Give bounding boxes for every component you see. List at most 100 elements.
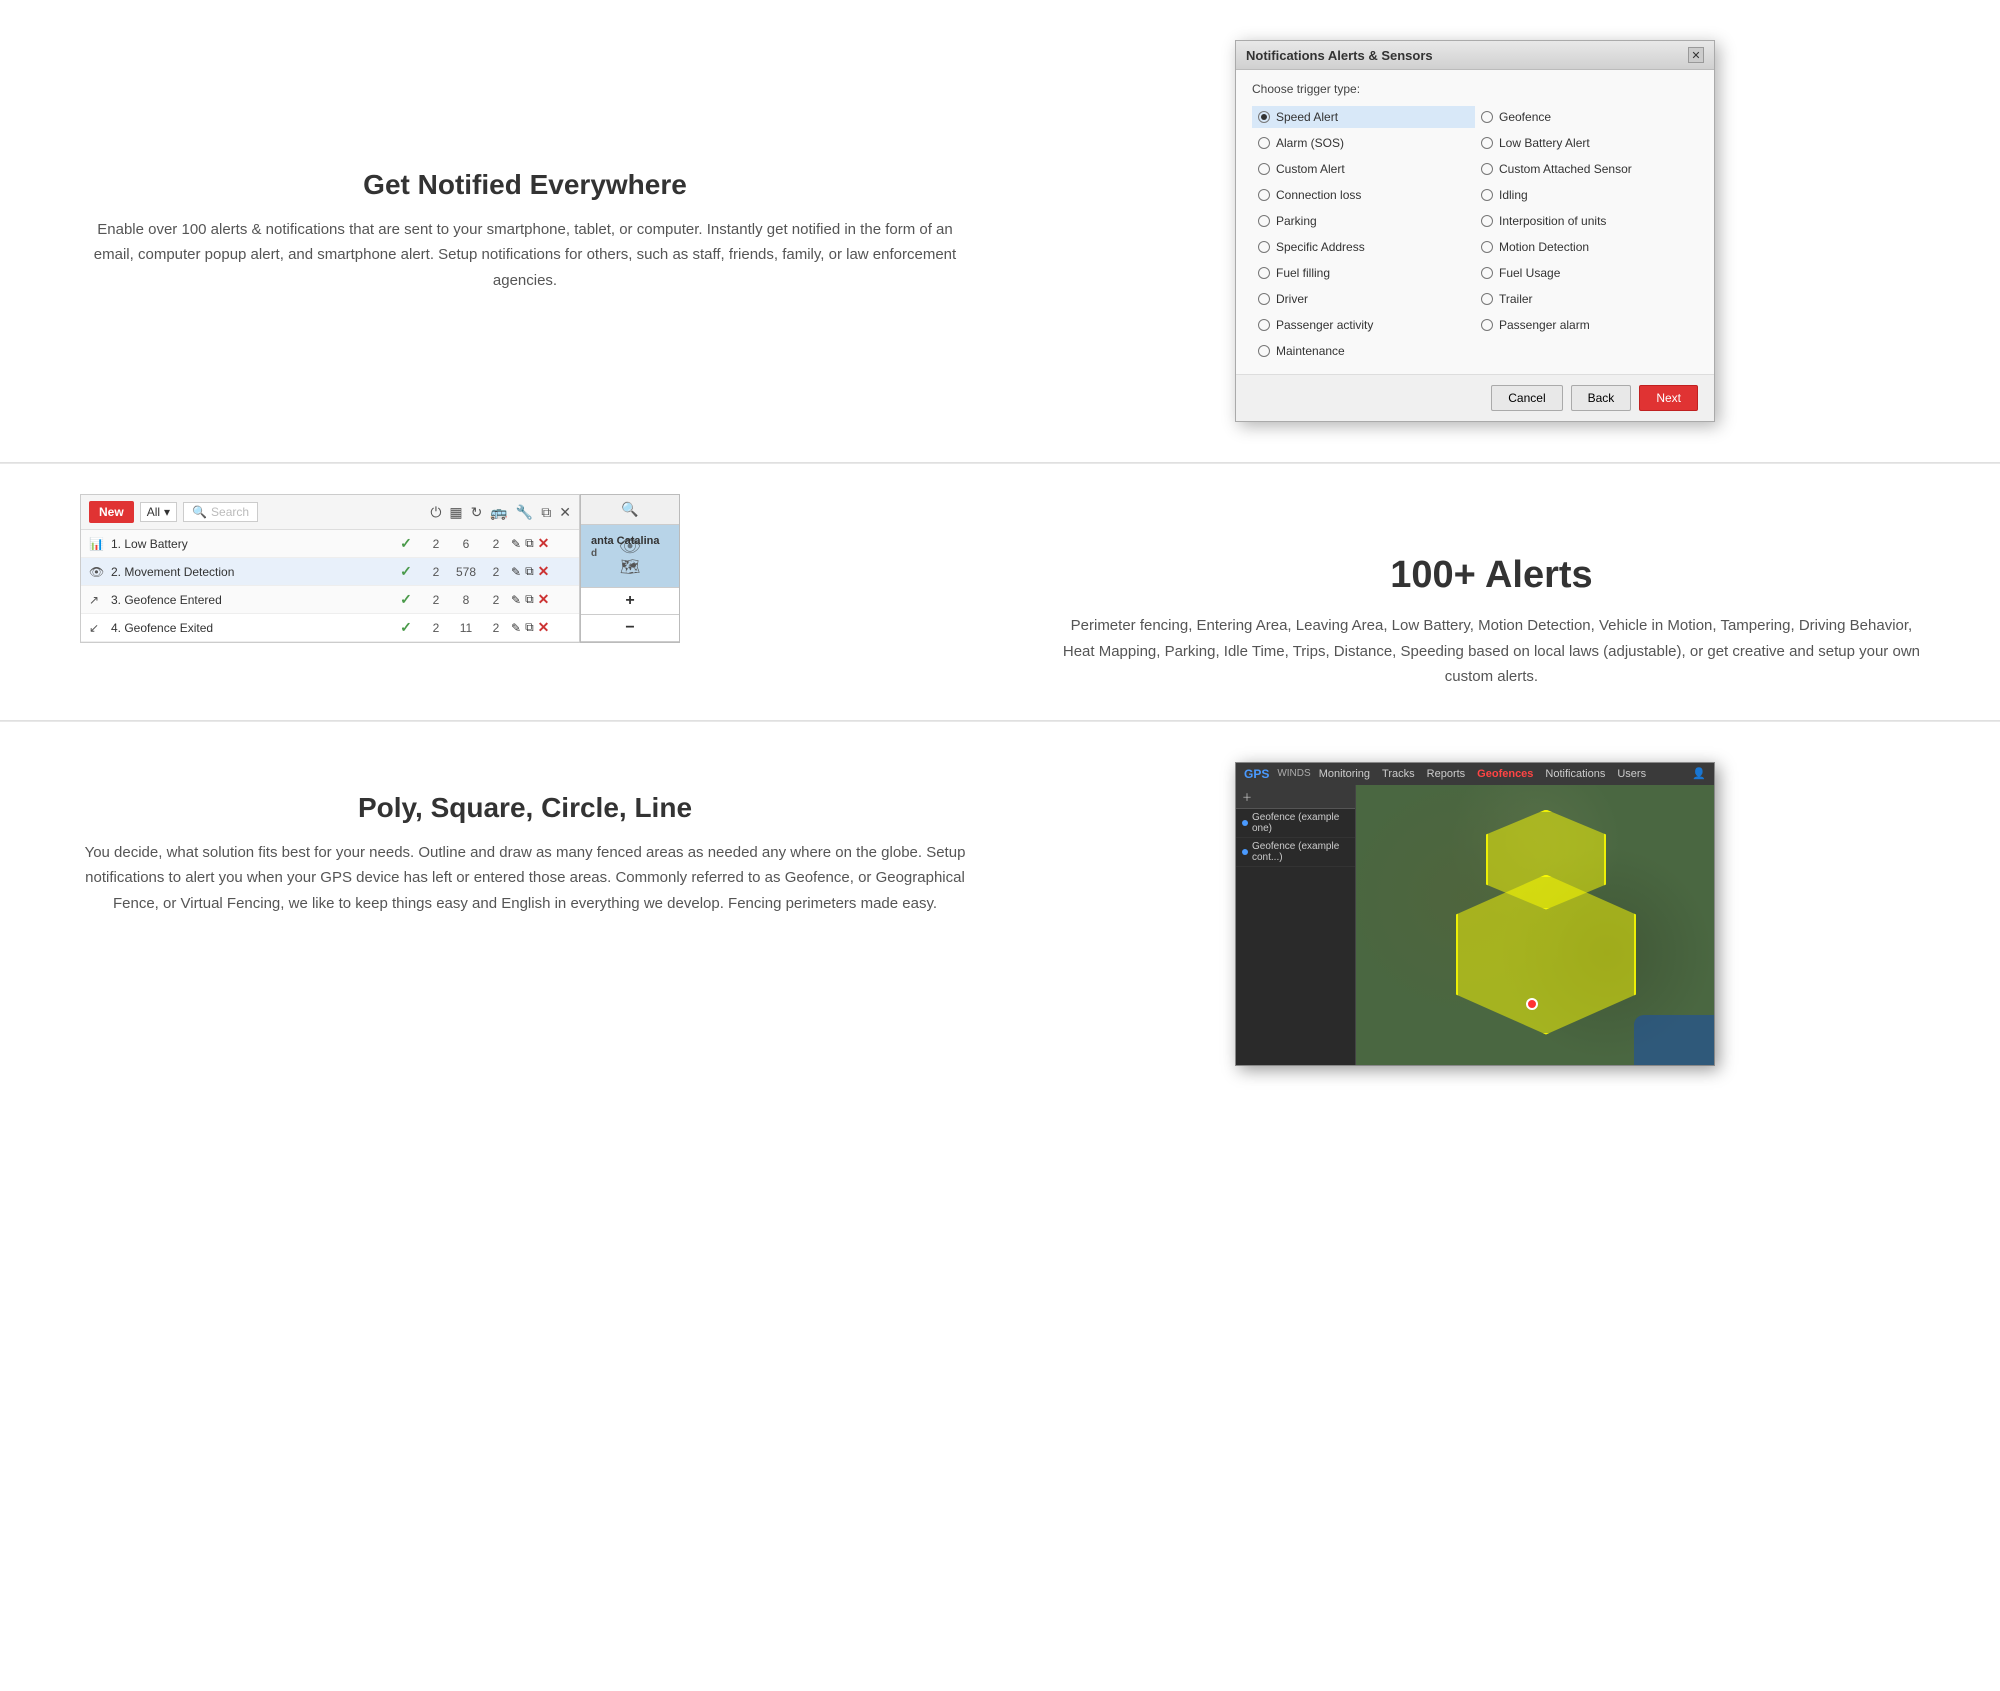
option-maintenance[interactable]: Maintenance xyxy=(1252,340,1475,362)
gps-brand: GPS xyxy=(1244,767,1269,781)
table-row: ↙ 4. Geofence Exited ✓ 2 11 2 ✎ ⧉ ✕ xyxy=(81,614,579,642)
poly-body: You decide, what solution fits best for … xyxy=(80,840,970,917)
gps-vehicle-marker xyxy=(1526,998,1538,1010)
option-trailer[interactable]: Trailer xyxy=(1475,288,1698,310)
radio-idling xyxy=(1481,189,1493,201)
option-speed-alert[interactable]: Speed Alert xyxy=(1252,106,1475,128)
back-button[interactable]: Back xyxy=(1571,385,1632,411)
copy-row-icon-3[interactable]: ⧉ xyxy=(525,592,534,607)
option-custom-alert[interactable]: Custom Alert xyxy=(1252,158,1475,180)
option-driver[interactable]: Driver xyxy=(1252,288,1475,310)
search-placeholder: Search xyxy=(211,505,249,519)
list-item[interactable]: Geofence (example one) xyxy=(1236,809,1355,838)
option-fuel-filling[interactable]: Fuel filling xyxy=(1252,262,1475,284)
edit-icon-4[interactable]: ✎ xyxy=(511,621,521,635)
dialog-close-button[interactable]: ✕ xyxy=(1688,47,1704,63)
grid-icon[interactable]: ▦ xyxy=(449,504,462,521)
delete-icon-2[interactable]: ✕ xyxy=(538,563,550,580)
section-poly: Poly, Square, Circle, Line You decide, w… xyxy=(0,722,2000,1106)
map-zoom-controls: + − xyxy=(581,587,679,642)
nav-tracks[interactable]: Tracks xyxy=(1382,768,1415,780)
option-alarm-sos[interactable]: Alarm (SOS) xyxy=(1252,132,1475,154)
row-icon-chart: 📊 xyxy=(89,537,111,551)
alert-row-icons-2: ✎ ⧉ ✕ xyxy=(511,563,571,580)
refresh-icon[interactable]: ↻ xyxy=(471,504,483,521)
nav-notifications[interactable]: Notifications xyxy=(1545,768,1605,780)
gps-satellite-map[interactable] xyxy=(1356,785,1714,1065)
edit-icon-3[interactable]: ✎ xyxy=(511,593,521,607)
radio-parking xyxy=(1258,215,1270,227)
radio-low-battery-alert xyxy=(1481,137,1493,149)
alert-n1-3: 2 xyxy=(421,593,451,607)
copy-row-icon-2[interactable]: ⧉ xyxy=(525,564,534,579)
next-button[interactable]: Next xyxy=(1639,385,1698,411)
nav-monitoring[interactable]: Monitoring xyxy=(1319,768,1370,780)
section-notified: Get Notified Everywhere Enable over 100 … xyxy=(0,0,2000,463)
zoom-in-button[interactable]: + xyxy=(581,588,679,615)
trigger-options-grid: Speed Alert Geofence Alarm (SOS) Low Bat… xyxy=(1252,106,1698,362)
zoom-out-button[interactable]: − xyxy=(581,615,679,642)
radio-interposition xyxy=(1481,215,1493,227)
alert-n1-1: 2 xyxy=(421,537,451,551)
option-parking[interactable]: Parking xyxy=(1252,210,1475,232)
copy-icon[interactable]: ⧉ xyxy=(541,504,551,521)
nav-geofences[interactable]: Geofences xyxy=(1477,768,1533,780)
option-idling[interactable]: Idling xyxy=(1475,184,1698,206)
cancel-button[interactable]: Cancel xyxy=(1491,385,1562,411)
nav-users[interactable]: Users xyxy=(1617,768,1646,780)
search-box[interactable]: 🔍 Search xyxy=(183,502,258,522)
radio-driver xyxy=(1258,293,1270,305)
option-empty xyxy=(1475,340,1698,362)
delete-icon-3[interactable]: ✕ xyxy=(538,591,550,608)
poly-heading: Poly, Square, Circle, Line xyxy=(80,792,970,824)
delete-icon-1[interactable]: ✕ xyxy=(538,535,550,552)
copy-row-icon-4[interactable]: ⧉ xyxy=(525,620,534,635)
close-icon[interactable]: ✕ xyxy=(559,504,571,521)
gps-nav: Monitoring Tracks Reports Geofences Noti… xyxy=(1319,768,1646,780)
option-custom-attached-sensor[interactable]: Custom Attached Sensor xyxy=(1475,158,1698,180)
option-passenger-alarm[interactable]: Passenger alarm xyxy=(1475,314,1698,336)
option-connection-loss[interactable]: Connection loss xyxy=(1252,184,1475,206)
notifications-dialog: Notifications Alerts & Sensors ✕ Choose … xyxy=(1235,40,1715,422)
bus-icon[interactable]: 🚌 xyxy=(490,504,507,521)
map-side-panel: 🔍 anta Catalinad 👁 🗺 + − xyxy=(580,494,680,643)
gps-user-icon: 👤 xyxy=(1692,767,1706,780)
alert-name-geofence-exited: 4. Geofence Exited xyxy=(111,621,391,635)
alert-name-movement: 2. Movement Detection xyxy=(111,565,391,579)
copy-row-icon[interactable]: ⧉ xyxy=(525,536,534,551)
alert-n1-4: 2 xyxy=(421,621,451,635)
alert-n1-2: 2 xyxy=(421,565,451,579)
new-alert-button[interactable]: New xyxy=(89,501,134,523)
dialog-titlebar: Notifications Alerts & Sensors ✕ xyxy=(1236,41,1714,70)
list-item[interactable]: Geofence (example cont...) xyxy=(1236,838,1355,867)
tool-icon[interactable]: 🔧 xyxy=(516,504,533,521)
option-interposition[interactable]: Interposition of units xyxy=(1475,210,1698,232)
option-motion-detection[interactable]: Motion Detection xyxy=(1475,236,1698,258)
option-passenger-activity[interactable]: Passenger activity xyxy=(1252,314,1475,336)
add-geofence-icon[interactable]: ＋ xyxy=(1242,793,1252,804)
dialog-title: Notifications Alerts & Sensors xyxy=(1246,48,1433,63)
alert-n2-3: 8 xyxy=(451,593,481,607)
option-low-battery-alert[interactable]: Low Battery Alert xyxy=(1475,132,1698,154)
delete-icon-4[interactable]: ✕ xyxy=(538,619,550,636)
option-specific-address[interactable]: Specific Address xyxy=(1252,236,1475,258)
option-geofence[interactable]: Geofence xyxy=(1475,106,1698,128)
radio-passenger-alarm xyxy=(1481,319,1493,331)
power-icon[interactable]: ⏻ xyxy=(430,504,441,521)
alert-row-icons-4: ✎ ⧉ ✕ xyxy=(511,619,571,636)
edit-icon-2[interactable]: ✎ xyxy=(511,565,521,579)
geofence-label-1: Geofence (example one) xyxy=(1252,812,1349,834)
alert-n2-2: 578 xyxy=(451,565,481,579)
filter-all-label: All xyxy=(147,505,160,519)
edit-icon[interactable]: ✎ xyxy=(511,537,521,551)
alerts-body: Perimeter fencing, Entering Area, Leavin… xyxy=(1063,613,1920,690)
map-eye-icon[interactable]: 👁 xyxy=(619,536,642,557)
option-fuel-usage[interactable]: Fuel Usage xyxy=(1475,262,1698,284)
map-layers-icon[interactable]: 🗺 xyxy=(620,557,640,577)
radio-connection-loss xyxy=(1258,189,1270,201)
radio-maintenance xyxy=(1258,345,1270,357)
filter-all-select[interactable]: All ▾ xyxy=(140,502,177,522)
nav-reports[interactable]: Reports xyxy=(1427,768,1466,780)
map-search-button[interactable]: 🔍 xyxy=(581,495,679,525)
row-icon-geofence-enter: ↗ xyxy=(89,593,111,607)
